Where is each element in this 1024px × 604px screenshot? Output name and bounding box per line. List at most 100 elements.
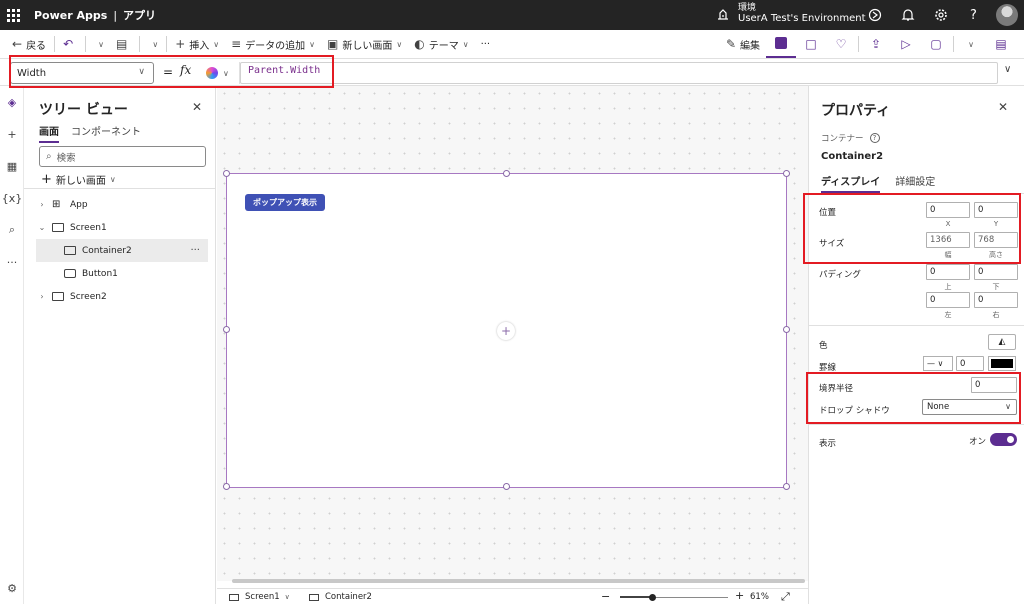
popup-button[interactable]: ポップアップ表示 <box>245 194 325 211</box>
add-data-button[interactable]: ≡ データの追加 ∨ <box>225 30 321 58</box>
tab-advanced[interactable]: 詳細設定 <box>895 173 935 193</box>
resize-handle[interactable] <box>783 326 790 333</box>
resize-handle[interactable] <box>783 483 790 490</box>
chevron-right-icon[interactable]: › <box>36 200 48 209</box>
tree-item-screen2[interactable]: › Screen2 <box>36 285 208 308</box>
product-name[interactable]: Power Apps <box>34 9 107 22</box>
divider <box>809 424 1024 425</box>
tab-screens[interactable]: 画面 <box>39 123 59 143</box>
divider <box>54 36 56 52</box>
share-button[interactable]: ⇪ <box>861 30 891 58</box>
add-data-label: データの追加 <box>245 40 306 52</box>
redo-dropdown[interactable]: ∨ <box>88 30 110 58</box>
more-icon[interactable]: ··· <box>0 246 24 278</box>
more-options-icon[interactable]: ··· <box>190 245 200 256</box>
back-label: 戻る <box>26 40 47 52</box>
chevron-down-icon: ∨ <box>968 39 974 49</box>
container2-frame[interactable]: ポップアップ表示 + <box>226 173 787 488</box>
environment-picker[interactable]: 環境 UserA Test's Environment <box>716 3 866 25</box>
tree-view-icon[interactable]: ◈ <box>0 86 24 118</box>
notifications-icon[interactable] <box>891 0 924 30</box>
settings-icon[interactable] <box>924 0 957 30</box>
avatar[interactable] <box>996 4 1018 26</box>
theme-button[interactable]: ◐ テーマ ∨ <box>408 30 474 58</box>
app-launcher-icon[interactable] <box>0 0 26 30</box>
paste-dropdown[interactable]: ∨ <box>142 30 164 58</box>
screen-icon <box>52 292 64 301</box>
resize-handle[interactable] <box>223 483 230 490</box>
publish-button[interactable]: ▤ <box>986 30 1016 58</box>
tab-components[interactable]: コンポーネント <box>71 123 141 143</box>
zoom-slider[interactable] <box>620 594 728 601</box>
undo-button[interactable]: ↶ <box>57 30 83 58</box>
insert-button[interactable]: + 挿入 ∨ <box>169 30 225 58</box>
help-icon[interactable]: ? <box>957 0 990 30</box>
resize-handle[interactable] <box>223 170 230 177</box>
border-color-button[interactable] <box>988 356 1016 371</box>
tree-search-input[interactable]: ⌕ 検索 <box>39 146 206 167</box>
control-type: コンテナー ? <box>821 132 880 144</box>
insert-icon[interactable]: + <box>0 118 24 150</box>
tab-display[interactable]: ディスプレイ <box>821 173 881 193</box>
horizontal-scrollbar[interactable] <box>232 579 805 583</box>
chevron-right-icon[interactable]: › <box>36 292 48 301</box>
resize-handle[interactable] <box>503 170 510 177</box>
save-dropdown[interactable]: ∨ <box>956 30 986 58</box>
more-commands-button[interactable]: ··· <box>475 30 497 58</box>
divider <box>953 36 954 52</box>
breadcrumb-control[interactable]: Container2 <box>309 592 372 602</box>
variables-icon[interactable]: {x} <box>0 182 24 214</box>
search-icon[interactable]: ⌕ <box>0 214 24 246</box>
edit-button[interactable]: ✎ 編集 <box>720 30 766 58</box>
expand-formula-icon[interactable]: ∨ <box>1004 64 1011 75</box>
breadcrumb-screen[interactable]: Screen1 ∨ <box>229 592 290 602</box>
fill-color-button[interactable]: ◭ <box>988 334 1016 350</box>
data-icon[interactable]: ▦ <box>0 150 24 182</box>
resize-handle[interactable] <box>783 170 790 177</box>
save-button[interactable]: ▢ <box>921 30 951 58</box>
fit-to-window-icon[interactable]: ⤢ <box>781 590 790 604</box>
new-screen-button[interactable]: + 新しい画面 ∨ <box>41 172 116 187</box>
chevron-down-icon: ∨ <box>213 39 220 49</box>
zoom-slider-thumb[interactable] <box>649 594 657 601</box>
visible-toggle[interactable] <box>990 433 1017 446</box>
close-icon[interactable]: ✕ <box>998 100 1008 114</box>
tree-item-button1[interactable]: Button1 <box>36 262 208 285</box>
resize-handle[interactable] <box>223 326 230 333</box>
new-screen-button[interactable]: ▣ 新しい画面 ∨ <box>321 30 408 58</box>
publish-icon: ▤ <box>995 37 1007 51</box>
add-control-icon[interactable]: + <box>497 322 515 340</box>
zoom-out-icon[interactable]: − <box>601 590 610 603</box>
zoom-slider-fill <box>620 596 653 598</box>
help-icon[interactable]: ? <box>869 133 880 143</box>
padding-top-field[interactable]: 0 <box>926 264 970 280</box>
play-icon: ▷ <box>901 37 911 51</box>
form-icon <box>775 37 787 49</box>
resize-handle[interactable] <box>503 483 510 490</box>
tree-item-container2[interactable]: Container2 ··· <box>36 239 208 262</box>
padding-bottom-field[interactable]: 0 <box>974 264 1018 280</box>
padding-left-field[interactable]: 0 <box>926 292 970 308</box>
app-title[interactable]: アプリ <box>123 7 156 23</box>
divider <box>166 36 168 52</box>
control-name[interactable]: Container2 <box>821 151 883 162</box>
health-button[interactable]: ♡ <box>826 30 856 58</box>
settings-icon[interactable]: ⚙ <box>0 572 24 604</box>
close-icon[interactable]: ✕ <box>192 100 202 114</box>
border-style-dropdown[interactable]: — ∨ <box>923 356 953 371</box>
clipboard-icon: ▤ <box>115 37 128 51</box>
comments-button[interactable]: □ <box>796 30 826 58</box>
zoom-in-icon[interactable]: + <box>735 589 744 602</box>
design-canvas[interactable]: ポップアップ表示 + <box>217 86 808 583</box>
preview-button[interactable]: ▷ <box>891 30 921 58</box>
app-checker-button[interactable] <box>766 30 796 58</box>
tree-item-screen1[interactable]: ⌄ Screen1 <box>36 216 208 239</box>
copilot-icon[interactable] <box>858 0 891 30</box>
paste-button[interactable]: ▤ <box>110 30 137 58</box>
border-width-field[interactable]: 0 <box>956 356 984 371</box>
chevron-down-icon[interactable]: ⌄ <box>36 223 48 232</box>
padding-right-field[interactable]: 0 <box>974 292 1018 308</box>
tree-item-app[interactable]: › ⊞ App <box>36 193 208 216</box>
back-button[interactable]: ← 戻る <box>0 30 52 58</box>
formula-input[interactable] <box>240 62 998 84</box>
